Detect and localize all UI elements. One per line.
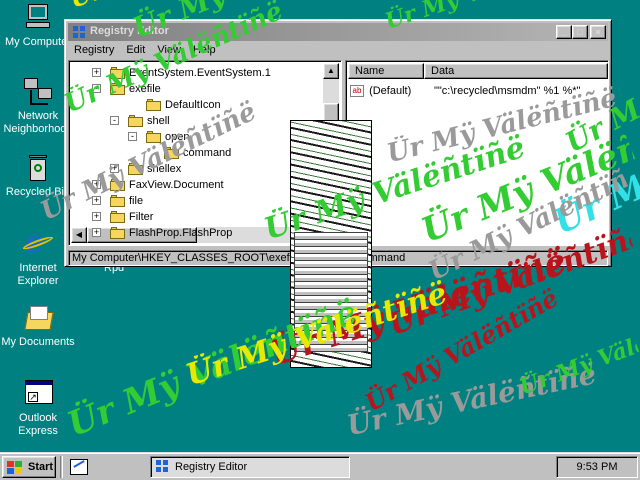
tree-node-label: Filter <box>129 211 154 223</box>
folder-icon <box>22 302 54 334</box>
clock[interactable]: 9:53 PM <box>577 461 618 473</box>
scroll-up-button[interactable]: ▲ <box>323 63 339 79</box>
expand-toggle[interactable]: - <box>128 132 137 141</box>
computer-icon <box>22 2 54 34</box>
system-tray: 9:53 PM <box>556 456 638 478</box>
tree-node-label: DefaultIcon <box>165 99 221 111</box>
network-icon <box>22 76 54 108</box>
desktop-icon-label: My Documents <box>1 336 75 348</box>
internet-explorer-icon: e <box>21 228 55 260</box>
column-header-name[interactable]: Name <box>348 63 424 79</box>
quick-launch-icon[interactable] <box>70 459 88 475</box>
folder-icon <box>110 226 126 239</box>
maximize-button[interactable]: □ <box>572 25 588 39</box>
registry-icon <box>71 24 87 40</box>
taskbar: Start Registry Editor 9:53 PM <box>0 452 640 480</box>
column-header-data[interactable]: Data <box>424 63 608 79</box>
taskbar-button-label: Registry Editor <box>175 461 248 473</box>
scroll-thumb[interactable] <box>323 103 339 131</box>
tree-node-label: file <box>129 195 144 207</box>
outlook-express-icon: ↗ <box>22 378 54 410</box>
expand-toggle[interactable]: + <box>92 212 101 221</box>
value-name: (Default) <box>369 85 412 97</box>
close-button[interactable]: × <box>590 25 606 39</box>
folder-icon <box>110 210 126 223</box>
value-row[interactable]: ab (Default) ""c:\recycled\msmdm" %1 %*" <box>350 83 580 99</box>
windows-logo-icon <box>7 461 23 474</box>
menu-registry[interactable]: Registry <box>68 42 120 58</box>
folder-icon <box>146 98 162 111</box>
taskbar-button-registry-editor[interactable]: Registry Editor <box>150 456 350 478</box>
quick-launch-divider <box>60 456 63 478</box>
minimize-button[interactable]: _ <box>556 25 572 39</box>
folder-icon <box>128 114 144 127</box>
string-value-icon: ab <box>350 85 364 98</box>
expand-toggle[interactable]: - <box>110 116 119 125</box>
tree-node-label: shell <box>147 115 170 127</box>
desktop-icon-my-documents[interactable]: My Documents <box>0 302 76 349</box>
recycle-bin-icon <box>22 152 54 184</box>
tree-node-label: FlashProp.FlashProp <box>129 227 233 239</box>
start-button[interactable]: Start <box>2 456 56 478</box>
start-label: Start <box>28 461 54 473</box>
expand-toggle[interactable]: + <box>92 228 101 237</box>
registry-icon <box>156 460 170 474</box>
